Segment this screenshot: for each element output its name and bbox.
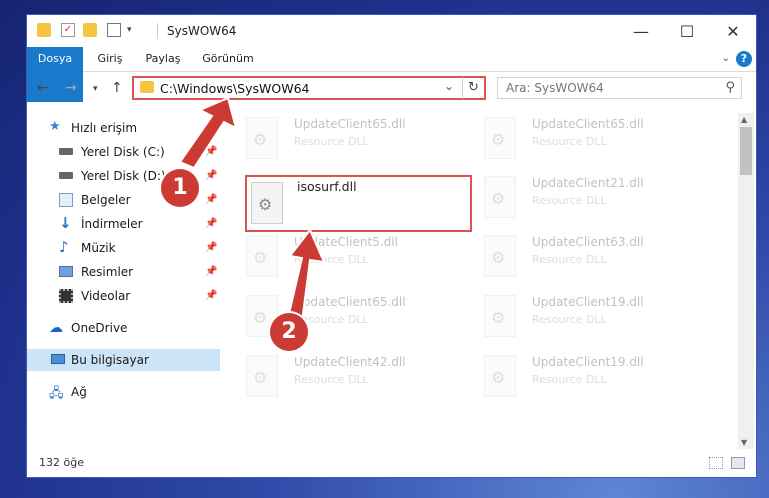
arrow-to-address-bar <box>178 96 238 170</box>
callout-badge-1: 1 <box>161 169 199 207</box>
callout-badge-2: 2 <box>270 313 308 351</box>
arrow-to-file <box>286 228 326 324</box>
annotation-arrows <box>178 96 326 324</box>
